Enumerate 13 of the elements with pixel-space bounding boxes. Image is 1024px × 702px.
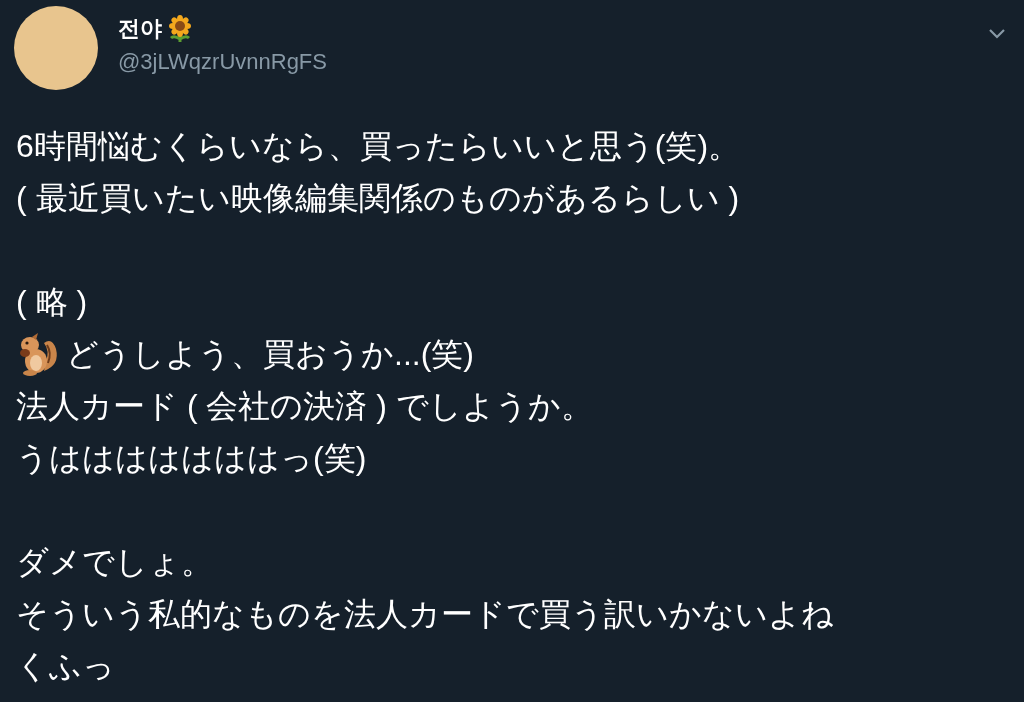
tweet-line: ( 最近買いたい映像編集関係のものがあるらしい )	[16, 179, 741, 218]
display-name: 전야	[118, 15, 162, 43]
tweet-line: くふっ	[16, 647, 116, 686]
tweet-line: 6時間悩むくらいなら、買ったらいいと思う(笑)。	[16, 127, 742, 166]
user-handle: @3jLWqzrUvnnRgFS	[118, 48, 327, 76]
sunflower-icon	[166, 15, 194, 43]
tweet-line: うはははははははっ(笑)	[16, 439, 368, 478]
tweet-line: どうしよう、買おうか...(笑)	[66, 335, 474, 374]
tweet-line: 法人カード ( 会社の決済 ) でしようか。	[16, 387, 594, 426]
chevron-down-icon[interactable]	[988, 28, 1006, 40]
tweet-line: ダメでしょ。	[16, 543, 214, 582]
tweet-line: ( 略 )	[16, 283, 89, 322]
tweet-line: そういう私的なものを法人カードで買う訳いかないよね	[16, 595, 835, 634]
